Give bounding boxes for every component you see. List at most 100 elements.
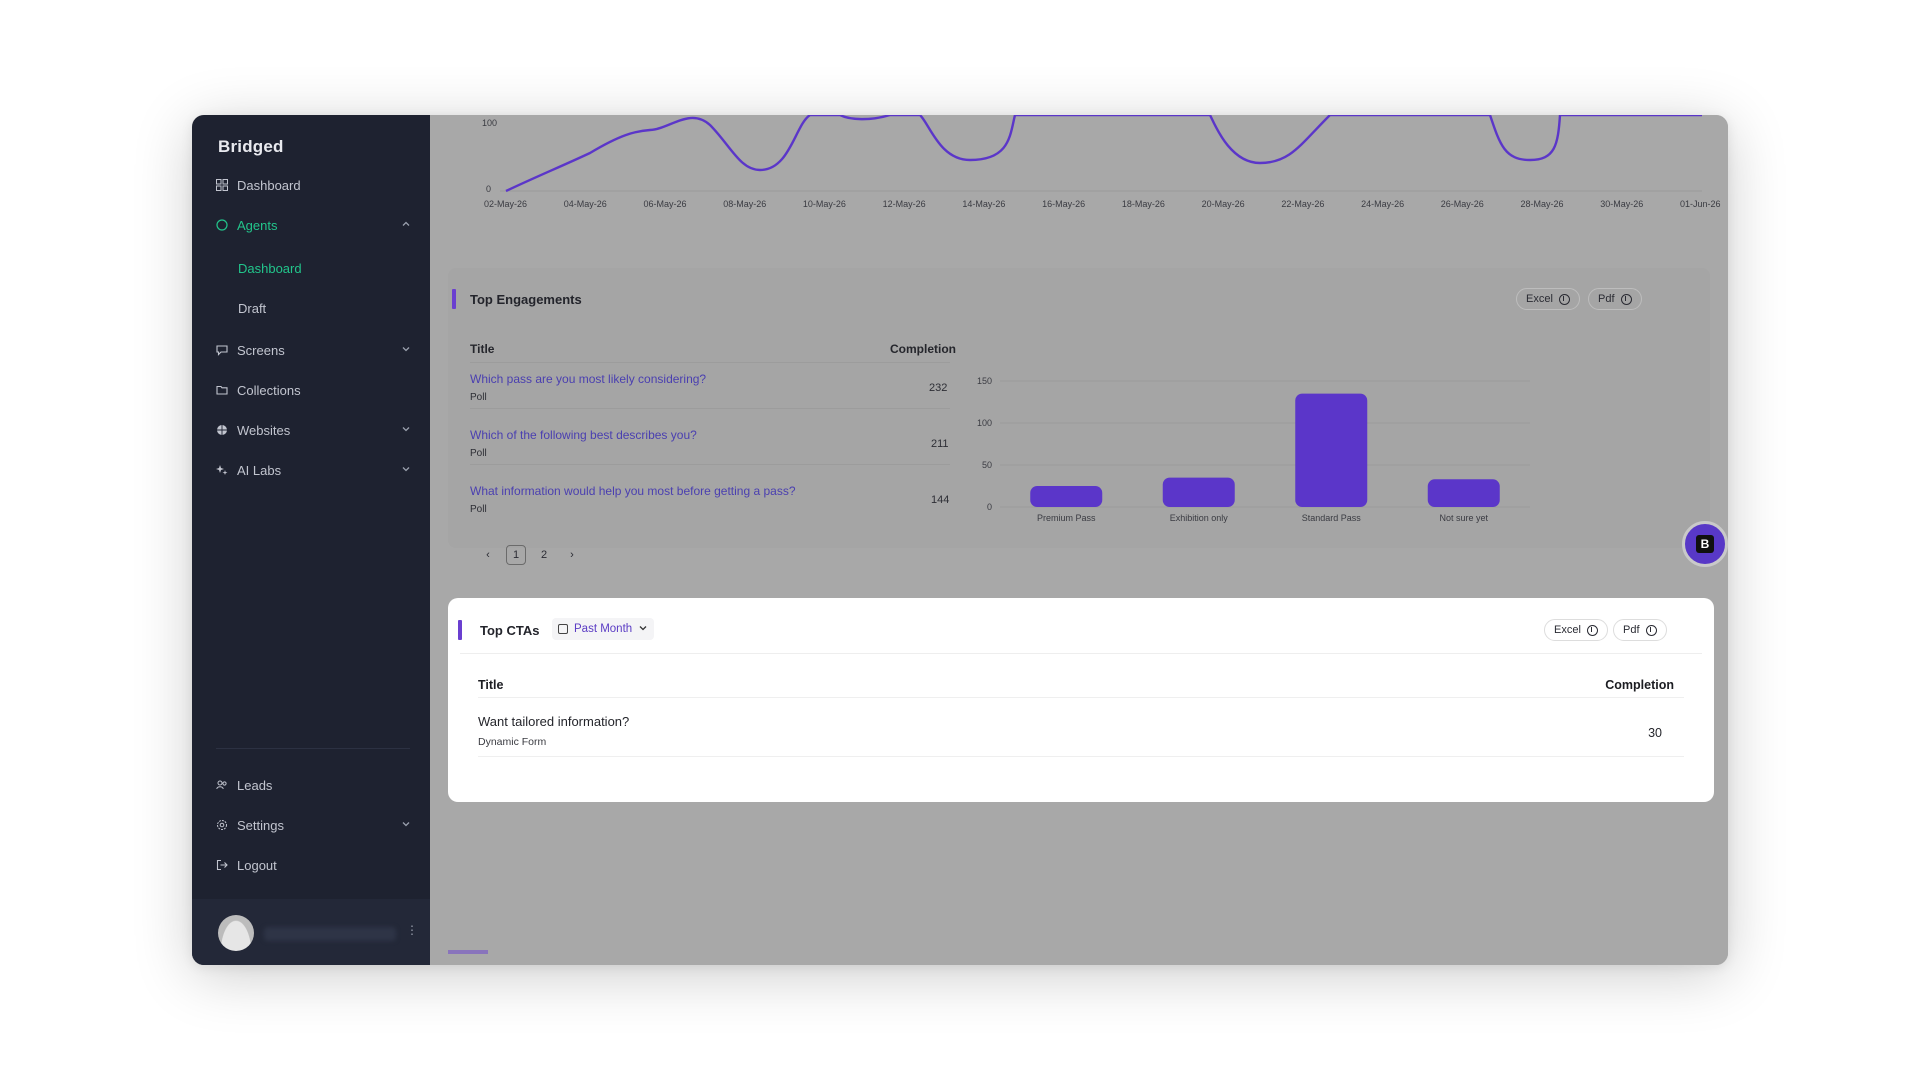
bridged-icon: B	[1696, 535, 1714, 553]
sidebar-item-label: Collections	[237, 382, 301, 398]
sidebar-subitem-draft[interactable]: Draft	[238, 297, 438, 319]
table-row-title-link[interactable]: What information would help you most bef…	[470, 484, 796, 498]
sidebar-item-collections[interactable]: Collections	[216, 379, 416, 401]
x-category-label: Not sure yet	[1439, 513, 1488, 523]
sidebar-item-websites[interactable]: Websites	[216, 419, 416, 441]
table-row-value: 211	[931, 438, 949, 450]
row-separator	[470, 362, 950, 363]
sidebar-item-label: Dashboard	[237, 177, 301, 193]
pdf-export-button[interactable]: Pdf	[1588, 288, 1642, 310]
column-header-completion: Completion	[1605, 678, 1674, 692]
sidebar-divider	[216, 748, 410, 749]
page-button-current[interactable]: 1	[506, 545, 526, 565]
card-title: Top CTAs	[480, 623, 540, 638]
avatar[interactable]	[218, 915, 254, 951]
button-label: Pdf	[1623, 624, 1640, 636]
chevron-down-icon	[638, 623, 648, 636]
download-icon	[1620, 293, 1632, 305]
table-row-value: 144	[931, 494, 950, 506]
bar-premium-pass	[1030, 486, 1103, 507]
table-row-type: Poll	[470, 504, 487, 515]
x-tick-label: 24-May-26	[1361, 199, 1405, 209]
card-accent	[452, 289, 456, 309]
header-divider	[460, 653, 1702, 654]
table-row-value: 30	[1648, 726, 1662, 740]
x-tick-label: 26-May-26	[1440, 199, 1484, 209]
sidebar-item-screens[interactable]: Screens	[216, 339, 416, 361]
sidebar-item-label: AI Labs	[237, 462, 282, 478]
sidebar-item-settings[interactable]: Settings	[216, 814, 416, 836]
globe-icon	[216, 424, 228, 436]
y-tick-label: 0	[987, 502, 992, 512]
sidebar-item-label: Screens	[237, 342, 285, 358]
user-name-redacted	[264, 927, 396, 941]
sidebar-item-ai-labs[interactable]: AI Labs	[216, 459, 416, 481]
y-tick-label: 100	[482, 118, 497, 128]
x-tick-label: 10-May-26	[802, 199, 846, 209]
chevron-down-icon	[400, 463, 412, 475]
sidebar-item-logout[interactable]: Logout	[216, 854, 416, 876]
sparkle-icon	[216, 464, 228, 476]
x-category-label: Premium Pass	[1037, 513, 1096, 523]
chat-icon	[216, 344, 228, 356]
y-tick-label: 100	[977, 418, 992, 428]
table-row-title-link[interactable]: Which of the following best describes yo…	[470, 428, 697, 442]
button-label: Excel	[1526, 293, 1553, 305]
page-button[interactable]: 2	[534, 545, 554, 565]
sidebar-item-agents[interactable]: Agents	[216, 214, 416, 236]
pagination: ‹ 1 2 ›	[478, 545, 582, 565]
table-row-title[interactable]: Want tailored information?	[478, 714, 629, 729]
row-separator	[470, 408, 950, 409]
dropdown-value: Past Month	[574, 623, 633, 635]
more-vertical-icon[interactable]: ⋮	[406, 923, 418, 937]
top-ctas-card: Top CTAs Past Month Excel Pdf Title Comp…	[448, 598, 1714, 802]
x-tick-label: 04-May-26	[563, 199, 607, 209]
user-profile[interactable]: ⋮	[192, 899, 430, 965]
chevron-down-icon	[400, 343, 412, 355]
card-accent	[458, 620, 462, 640]
gear-icon	[216, 819, 228, 831]
row-separator	[478, 697, 1684, 698]
table-row-type: Poll	[470, 448, 487, 459]
sidebar-subitem-dashboard[interactable]: Dashboard	[238, 257, 438, 279]
sidebar-item-leads[interactable]: Leads	[216, 774, 416, 796]
row-separator	[478, 756, 1684, 757]
calendar-icon	[558, 624, 568, 634]
engagement-line-chart: 100 0 02-May-26 04-May-26 06-May-26 08-May-…	[450, 115, 1721, 215]
line-series	[505, 115, 1702, 193]
x-tick-label: 28-May-26	[1520, 199, 1564, 209]
engagement-bar-chart: 0 50 100 150 Premium Pass Exhibition only Stan…	[960, 375, 1540, 545]
pdf-export-button[interactable]: Pdf	[1613, 619, 1667, 641]
x-tick-label: 02-May-26	[484, 199, 528, 209]
app-window: Bridged Dashboard Agents Dashboard Draft	[192, 115, 1728, 965]
date-range-dropdown[interactable]: Past Month	[552, 618, 655, 640]
card-title: Top Engagements	[470, 292, 582, 307]
column-header-title: Title	[470, 342, 495, 356]
app-logo[interactable]: Bridged	[218, 137, 284, 157]
chevron-up-icon	[400, 218, 412, 230]
table-row-type: Poll	[470, 392, 487, 403]
bar-exhibition-only	[1162, 477, 1235, 507]
x-tick-label: 12-May-26	[882, 199, 926, 209]
chevron-right-icon[interactable]: ›	[562, 545, 582, 565]
x-tick-label: 16-May-26	[1042, 199, 1086, 209]
sidebar-item-label: Settings	[237, 817, 284, 833]
button-label: Excel	[1554, 624, 1581, 636]
sidebar-item-label: Draft	[238, 300, 267, 316]
sidebar: Bridged Dashboard Agents Dashboard Draft	[192, 115, 430, 965]
chevron-left-icon[interactable]: ‹	[478, 545, 498, 565]
chat-assistant-button[interactable]: B	[1682, 521, 1728, 567]
bar-not-sure-yet	[1427, 479, 1500, 507]
sidebar-item-label: Agents	[237, 217, 278, 233]
x-tick-label: 14-May-26	[962, 199, 1006, 209]
grid-icon	[216, 179, 228, 191]
sidebar-item-dashboard[interactable]: Dashboard	[216, 174, 416, 196]
excel-export-button[interactable]: Excel	[1544, 619, 1608, 641]
table-row-value: 232	[929, 382, 948, 394]
sidebar-item-label: Dashboard	[238, 260, 302, 276]
x-tick-label: 30-May-26	[1600, 199, 1644, 209]
folder-icon	[216, 384, 228, 396]
download-icon	[1586, 624, 1598, 636]
table-row-title-link[interactable]: Which pass are you most likely consideri…	[470, 372, 706, 386]
excel-export-button[interactable]: Excel	[1516, 288, 1580, 310]
